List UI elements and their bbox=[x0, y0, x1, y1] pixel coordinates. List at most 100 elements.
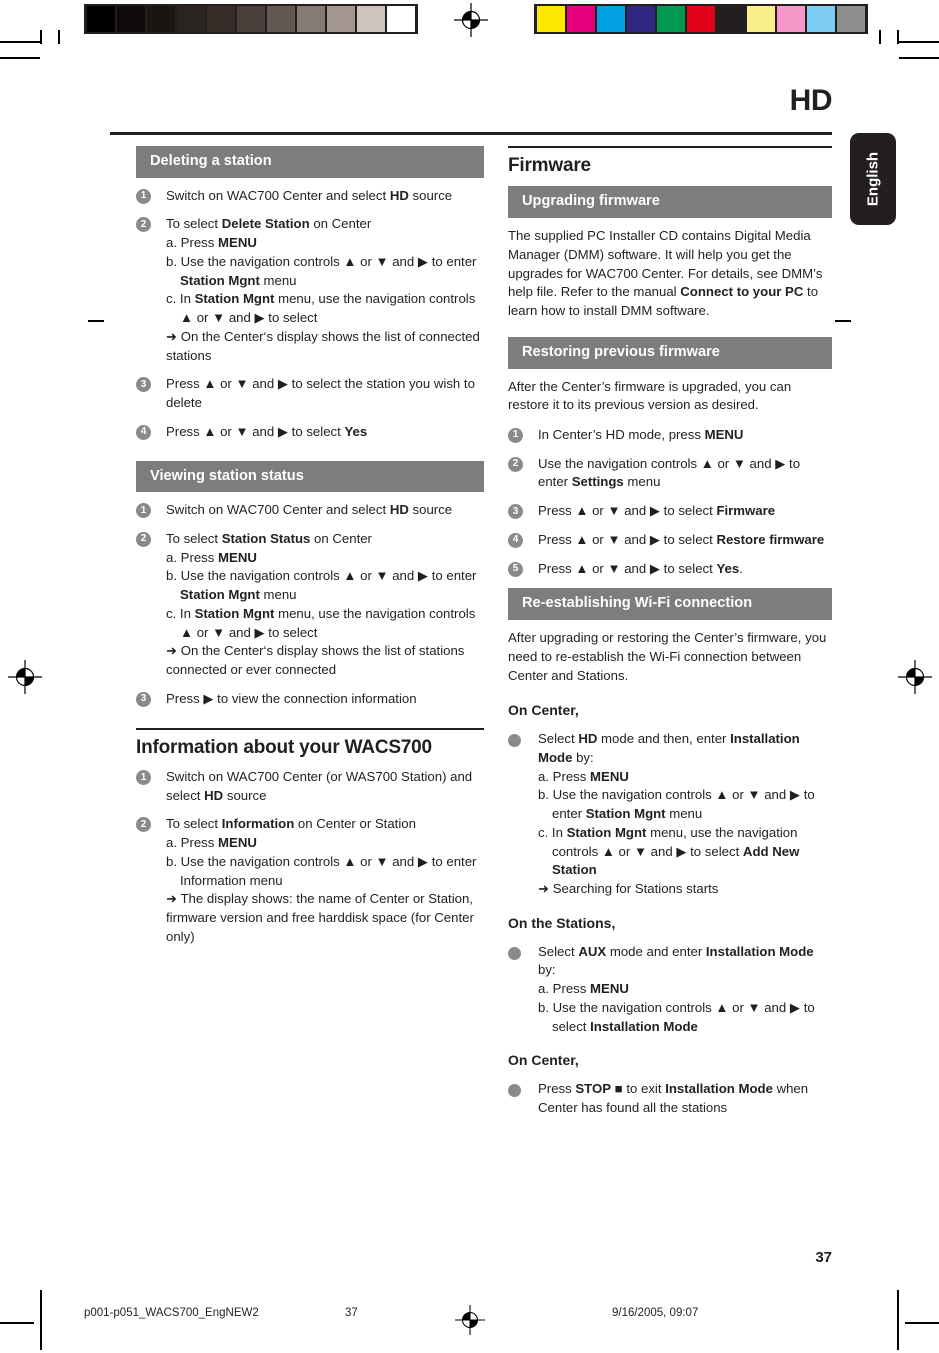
crop-mark-top-right-v2 bbox=[879, 30, 881, 44]
color-swatch-0 bbox=[537, 6, 565, 32]
gray-swatch-1 bbox=[117, 6, 145, 32]
gray-swatch-10 bbox=[387, 6, 415, 32]
heading-information-about-your-wacs700: Information about your WACS700 bbox=[136, 736, 432, 758]
step-number-badge: 4 bbox=[508, 532, 523, 548]
step-line: b. Use the navigation controls ▲ or ▼ an… bbox=[538, 787, 815, 822]
section-header-viewing-station-status: Viewing station status bbox=[136, 460, 484, 493]
step-line: a. Press MENU bbox=[166, 835, 257, 851]
step-line: Press STOP ■ to exit Installation Mode w… bbox=[538, 1081, 809, 1115]
numbered-step: 2 Use the navigation controls ▲ or ▼ and … bbox=[508, 455, 832, 492]
section-header-restoring-previous-firmware: Restoring previous firmware bbox=[508, 336, 832, 369]
step-line: Press ▲ or ▼ and ▶ to select Yes bbox=[166, 423, 368, 439]
step-line: Use the navigation controls ▲ or ▼ and ▶… bbox=[538, 455, 801, 490]
step-line: c. In Station Mgnt menu, use the navigat… bbox=[538, 824, 800, 878]
step-number-badge: 3 bbox=[136, 691, 151, 707]
bullet-icon bbox=[508, 1084, 521, 1098]
bullet-icon bbox=[508, 734, 521, 748]
step-line: To select Station Status on Center bbox=[166, 530, 372, 546]
section-header-deleting-a-station: Deleting a station bbox=[136, 146, 484, 178]
color-swatch-2 bbox=[597, 6, 625, 32]
step-line: b. Use the navigation controls ▲ or ▼ an… bbox=[538, 999, 815, 1034]
numbered-step: 1 Switch on WAC700 Center and select HD s… bbox=[136, 501, 484, 520]
step-line: a. Press MENU bbox=[166, 549, 257, 565]
grayscale-calibration-strip bbox=[84, 4, 418, 34]
numbered-step: 2 To select Station Status on Center a. Pr… bbox=[136, 530, 484, 680]
header-rule bbox=[110, 132, 832, 135]
numbered-step: 2 To select Delete Station on Center a. Pr… bbox=[136, 215, 484, 365]
step-line: Select HD mode and then, enter Installat… bbox=[538, 731, 800, 765]
gray-swatch-7 bbox=[297, 6, 325, 32]
step-number-badge: 4 bbox=[136, 424, 151, 440]
crop-mark-top-left-v bbox=[40, 30, 42, 44]
color-swatch-8 bbox=[777, 6, 805, 32]
color-swatch-7 bbox=[747, 6, 775, 32]
wifi-intro: After upgrading or restoring the Center’… bbox=[508, 630, 827, 683]
numbered-step: 3 Press ▲ or ▼ and ▶ to select the statio… bbox=[136, 375, 484, 412]
step-line: ➜ On the Center‘s display shows the list… bbox=[166, 328, 480, 363]
crop-mark-top-right-h bbox=[899, 41, 939, 43]
crop-mark-right-edge bbox=[835, 320, 851, 322]
gray-swatch-3 bbox=[177, 6, 205, 32]
step-line: Switch on WAC700 Center and select HD so… bbox=[166, 502, 453, 518]
step-line: ➜ On the Center‘s display shows the list… bbox=[166, 643, 465, 678]
crop-mark-left-edge bbox=[88, 320, 104, 322]
numbered-step: 3 Press ▶ to view the connection informat… bbox=[136, 690, 484, 709]
numbered-step: 1 In Center’s HD mode, press MENU bbox=[508, 426, 832, 445]
upgrading-firmware-body: The supplied PC Installer CD contains Di… bbox=[508, 228, 823, 319]
step-line: a. Press MENU bbox=[538, 981, 629, 997]
language-tab-label: English bbox=[864, 151, 882, 207]
color-swatch-5 bbox=[687, 6, 715, 32]
step-number-badge: 1 bbox=[508, 427, 523, 443]
registration-target-icon-left bbox=[8, 660, 42, 694]
color-swatch-6 bbox=[717, 6, 745, 32]
step-number-badge: 1 bbox=[136, 188, 151, 204]
gray-swatch-6 bbox=[267, 6, 295, 32]
color-swatch-1 bbox=[567, 6, 595, 32]
footer-file-name: p001-p051_WACS700_EngNEW2 bbox=[84, 1307, 259, 1319]
numbered-step: 2 To select Information on Center or Stat… bbox=[136, 815, 484, 946]
step-number-badge: 2 bbox=[136, 817, 151, 833]
step-line: Press ▲ or ▼ and ▶ to select the station… bbox=[166, 376, 475, 411]
crop-mark-top-left-h bbox=[0, 41, 40, 43]
numbered-step: 4 Press ▲ or ▼ and ▶ to select Yes bbox=[136, 423, 484, 442]
step-number-badge: 2 bbox=[508, 456, 523, 472]
step-line: b. Use the navigation controls ▲ or ▼ an… bbox=[166, 253, 477, 288]
gray-swatch-8 bbox=[327, 6, 355, 32]
left-column: Deleting a station 1 Switch on WAC700 Cent… bbox=[136, 146, 484, 957]
gray-swatch-0 bbox=[87, 6, 115, 32]
bullet-icon bbox=[508, 946, 521, 960]
heading-firmware: Firmware bbox=[508, 155, 591, 176]
print-footer: p001-p051_WACS700_EngNEW2 37 9/16/2005, … bbox=[0, 1277, 939, 1353]
footer-page: 37 bbox=[345, 1307, 358, 1319]
section-header-re-establishing-wifi-connection: Re-establishing Wi-Fi connection bbox=[508, 588, 832, 621]
restoring-firmware-intro: After the Center’s firmware is upgraded,… bbox=[508, 378, 792, 413]
step-line: Switch on WAC700 Center and select HD so… bbox=[166, 187, 453, 203]
numbered-step: 4 Press ▲ or ▼ and ▶ to select Restore fi… bbox=[508, 531, 832, 550]
step-number-badge: 3 bbox=[508, 504, 523, 520]
step-line: To select Delete Station on Center bbox=[166, 216, 372, 232]
step-number-badge: 5 bbox=[508, 561, 523, 577]
numbered-step: 1 Switch on WAC700 Center and select HD s… bbox=[136, 187, 484, 206]
gray-swatch-4 bbox=[207, 6, 235, 32]
registration-target-icon-top bbox=[454, 3, 488, 37]
step-line: In Center’s HD mode, press MENU bbox=[538, 426, 744, 442]
color-swatch-10 bbox=[837, 6, 865, 32]
page-number: 37 bbox=[815, 1249, 832, 1266]
step-number-badge: 1 bbox=[136, 503, 151, 519]
step-number-badge: 2 bbox=[136, 217, 151, 233]
right-column: Firmware Upgrading firmware The supplied P… bbox=[508, 146, 832, 1128]
page-body: HD Deleting a station 1 Switch on WAC700 C… bbox=[110, 86, 833, 1266]
step-line: Press ▶ to view the connection informati… bbox=[166, 690, 417, 706]
bullet-step: Select AUX mode and enter Installation M… bbox=[508, 943, 832, 1037]
step-line: Press ▲ or ▼ and ▶ to select Restore fir… bbox=[538, 531, 825, 547]
numbered-step: 1 Switch on WAC700 Center (or WAS700 Stat… bbox=[136, 768, 484, 805]
registration-target-icon-footer bbox=[455, 1305, 485, 1338]
color-swatch-3 bbox=[627, 6, 655, 32]
gray-swatch-5 bbox=[237, 6, 265, 32]
firmware-divider-rule bbox=[508, 146, 832, 148]
step-line: c. In Station Mgnt menu, use the navigat… bbox=[166, 291, 476, 326]
step-line: ➜ The display shows: the name of Center … bbox=[166, 891, 474, 944]
crop-mark-top-left-h2 bbox=[0, 57, 40, 59]
step-line: Select AUX mode and enter Installation M… bbox=[538, 943, 814, 978]
crop-mark-top-right-h2 bbox=[899, 57, 939, 59]
